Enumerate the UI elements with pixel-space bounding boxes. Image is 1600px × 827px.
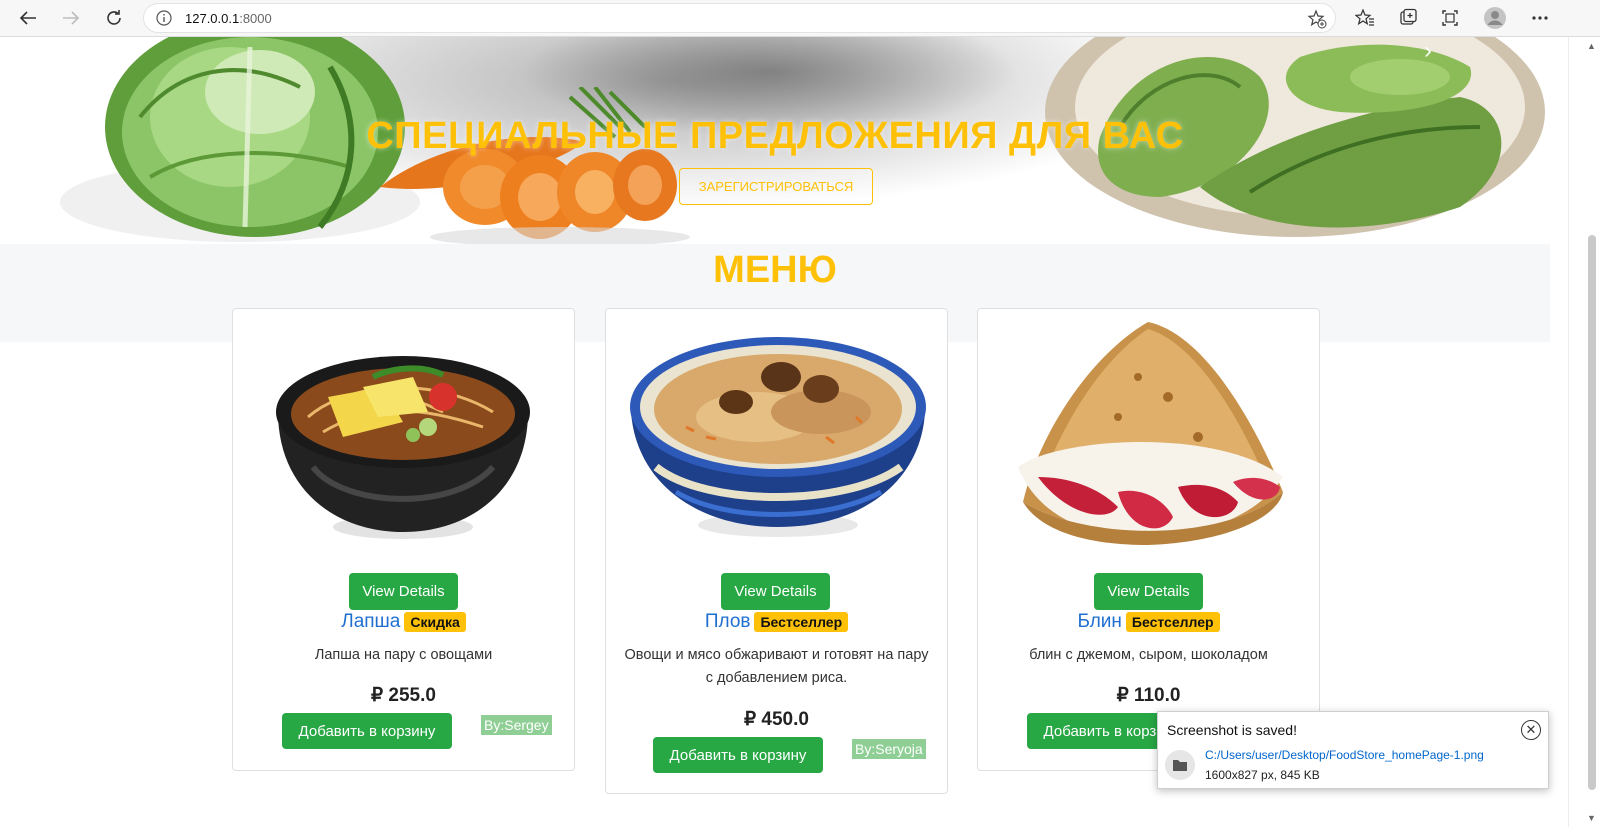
toast-file-link[interactable]: C:/Users/user/Desktop/FoodStore_homePage… xyxy=(1205,748,1484,762)
product-name-row: Плов Бестселлер xyxy=(606,611,947,633)
menu-card-lapsha: View Details Лапша Скидка Лапша на пару с… xyxy=(232,308,575,771)
page-viewport: ‹ › СПЕЦИАЛЬНЫЕ ПРЕДЛОЖЕНИЯ ДЛЯ ВАС ЗАРЕ… xyxy=(0,37,1568,827)
product-badge: Скидка xyxy=(404,612,466,632)
carrots-image xyxy=(380,87,690,244)
product-name-link[interactable]: Плов xyxy=(705,611,751,632)
add-favorite-icon[interactable] xyxy=(1307,9,1327,34)
product-description: Лапша на пару с овощами xyxy=(314,647,493,663)
reload-icon xyxy=(107,10,121,25)
product-price: ₽ 255.0 xyxy=(371,685,436,706)
view-details-button[interactable]: View Details xyxy=(721,573,830,610)
info-icon[interactable] xyxy=(156,10,172,31)
view-details-button[interactable]: View Details xyxy=(349,573,458,610)
author-label: By:Sergey xyxy=(481,715,552,735)
screenshot-saved-toast: Screenshot is saved! ✕ C:/Users/user/Des… xyxy=(1157,711,1549,789)
more-menu-button[interactable] xyxy=(1525,4,1555,32)
web-capture-icon xyxy=(1442,10,1458,26)
product-price: ₽ 450.0 xyxy=(744,709,809,730)
menu-card-blin: View Details Блин Бестселлер блин с джемо… xyxy=(977,308,1320,771)
folder-icon[interactable] xyxy=(1165,750,1195,780)
noodle-bowl-image xyxy=(276,356,530,539)
product-description: Овощи и мясо обжаривают и готовят на пар… xyxy=(624,647,929,686)
scrollbar-thumb[interactable] xyxy=(1588,235,1596,790)
favorites-button[interactable] xyxy=(1350,4,1380,32)
add-to-cart-button[interactable]: Добавить в корзину xyxy=(282,713,452,749)
profile-avatar-icon xyxy=(1484,7,1506,29)
menu-card-plov: View Details Плов Бестселлер Овощи и мясо… xyxy=(605,308,948,794)
reload-button[interactable] xyxy=(99,4,129,32)
menu-title: МЕНЮ xyxy=(713,249,837,291)
product-name-row: Блин Бестселлер xyxy=(978,611,1319,633)
author-label: By:Seryoja xyxy=(852,739,926,759)
scroll-up-icon[interactable]: ▲ xyxy=(1587,41,1596,51)
product-badge: Бестселлер xyxy=(1125,612,1220,632)
carousel-next-button[interactable]: › xyxy=(1424,37,1432,65)
product-name-row: Лапша Скидка xyxy=(233,611,574,633)
product-description: блин с джемом, сыром, шоколадом xyxy=(1029,647,1268,663)
address-bar[interactable]: 127.0.0.1:8000 xyxy=(143,3,1336,33)
pancake-image xyxy=(1018,322,1283,545)
collections-button[interactable] xyxy=(1393,4,1423,32)
browser-toolbar: 127.0.0.1:8000 xyxy=(0,0,1600,37)
register-button[interactable]: ЗАРЕГИСТРИРОВАТЬСЯ xyxy=(679,168,873,205)
collections-icon xyxy=(1400,8,1417,25)
close-icon[interactable]: ✕ xyxy=(1521,720,1541,740)
more-dots-icon xyxy=(1532,16,1548,20)
product-name-link[interactable]: Лапша xyxy=(341,611,400,632)
arrow-right-icon xyxy=(63,11,80,25)
carousel-prev-button[interactable]: ‹ xyxy=(108,37,116,65)
forward-button[interactable] xyxy=(56,4,86,32)
toast-title: Screenshot is saved! xyxy=(1167,722,1297,738)
view-details-button[interactable]: View Details xyxy=(1094,573,1203,610)
arrow-left-icon xyxy=(19,11,36,25)
product-name-link[interactable]: Блин xyxy=(1077,611,1121,632)
plov-bowl-image xyxy=(630,337,926,537)
product-badge: Бестселлер xyxy=(754,612,849,632)
url-port: :8000 xyxy=(239,11,272,26)
back-button[interactable] xyxy=(13,4,43,32)
url-host: 127.0.0.1 xyxy=(185,11,240,26)
favorites-icon xyxy=(1355,9,1374,26)
hero-carousel: ‹ › СПЕЦИАЛЬНЫЕ ПРЕДЛОЖЕНИЯ ДЛЯ ВАС ЗАРЕ… xyxy=(0,37,1550,244)
add-to-cart-button[interactable]: Добавить в корзину xyxy=(653,737,823,773)
profile-button[interactable] xyxy=(1480,4,1510,32)
product-price: ₽ 110.0 xyxy=(1116,685,1181,706)
toast-file-meta: 1600x827 px, 845 KB xyxy=(1205,768,1320,782)
screenshot-button[interactable] xyxy=(1435,4,1465,32)
scroll-down-icon[interactable]: ▼ xyxy=(1587,813,1596,823)
hero-title: СПЕЦИАЛЬНЫЕ ПРЕДЛОЖЕНИЯ ДЛЯ ВАС xyxy=(366,115,1184,157)
url-text: 127.0.0.1:8000 xyxy=(185,11,272,26)
page-scrollbar[interactable]: ▲ ▼ xyxy=(1568,37,1600,827)
